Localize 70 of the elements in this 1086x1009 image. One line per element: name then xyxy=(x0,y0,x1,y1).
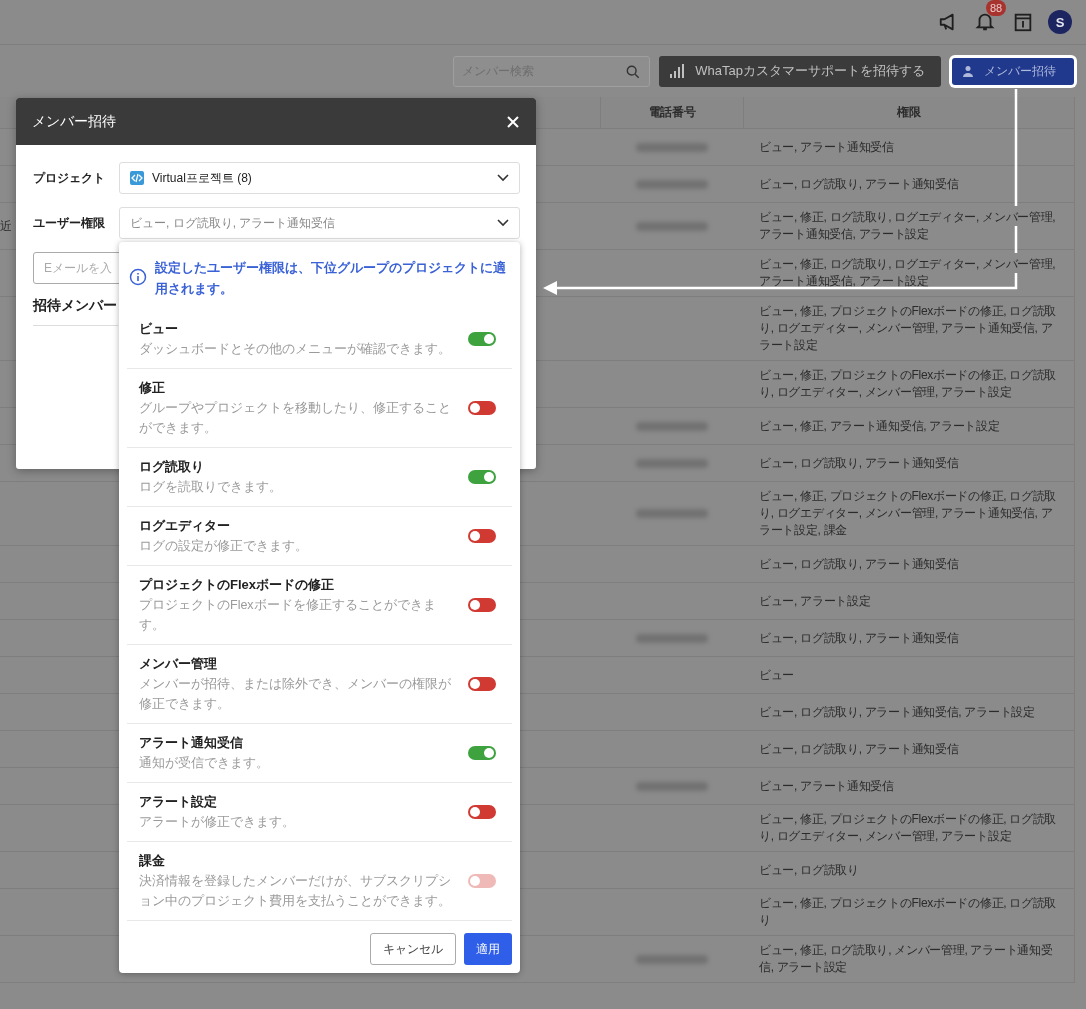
column-header: 電話番号 xyxy=(648,104,696,121)
permission-description: 決済情報を登録したメンバーだけが、サブスクリプション中のプロジェクト費用を支払うことができます。 xyxy=(139,873,452,910)
chevron-down-icon xyxy=(497,219,509,227)
table-cell-text: ビュー, 修正, プロジェクトのFlexボードの修正, ログ読取り, ログエディター, メンバー管理, アラート通知受信, アラート設定 xyxy=(759,303,1058,354)
notice-text: 設定したユーザー権限は、下位グループのプロジェクトに適用されます。 xyxy=(155,259,507,298)
permission-description: ログの設定が修正できます。 xyxy=(139,538,309,555)
apply-button[interactable]: 適用 xyxy=(464,933,512,965)
permission-title: アラート設定 xyxy=(139,793,218,811)
table-cell: ビュー, ログ読取り xyxy=(759,861,859,879)
table-cell: ビュー, ログ読取り, アラート通知受信 xyxy=(759,740,959,758)
table-cell: ビュー, ログ読取り, アラート通知受信 xyxy=(759,629,959,647)
permission-select[interactable]: ビュー, ログ読取り, アラート通知受信 xyxy=(119,207,520,239)
calendar-icon[interactable] xyxy=(1012,11,1034,33)
section-heading: 招待メンバー xyxy=(33,297,118,326)
table-cell-text: ビュー, 修正, ログ読取り, メンバー管理, アラート通知受信, アラート設定 xyxy=(759,942,1054,976)
table-cell-text: ビュー, 修正, プロジェクトのFlexボードの修正, ログ読取り, ログエディター, メンバー管理, アラート通知受信, アラート設定, 課金 xyxy=(759,488,1058,539)
table-cell: ビュー, ログ読取り, アラート通知受信 xyxy=(759,175,959,193)
table-cell-text: ビュー, 修正, プロジェクトのFlexボードの修正, ログ読取り, ログエディター, メンバー管理, アラート設定 xyxy=(759,367,1058,401)
field-label: ユーザー権限 xyxy=(33,214,106,232)
user-avatar[interactable]: S xyxy=(1048,10,1072,34)
close-button[interactable] xyxy=(506,114,520,129)
code-icon xyxy=(130,171,144,185)
permission-title: ログ読取り xyxy=(139,458,205,476)
table-cell: ビュー, アラート通知受信 xyxy=(759,777,894,795)
toggle-switch[interactable] xyxy=(468,529,496,543)
toggle-switch[interactable] xyxy=(468,401,496,415)
cancel-button[interactable]: キャンセル xyxy=(370,933,456,965)
notification-badge: 88 xyxy=(986,0,1007,16)
permission-title: 課金 xyxy=(139,852,166,870)
permission-title: 修正 xyxy=(139,379,166,397)
table-cell: 近 xyxy=(0,217,12,235)
table-cell-text: ビュー, 修正, プロジェクトのFlexボードの修正, ログ読取り xyxy=(759,895,1058,929)
toggle-switch[interactable] xyxy=(468,332,496,346)
permission-description: ログを読取りできます。 xyxy=(139,479,283,496)
permission-title: ログエディター xyxy=(139,517,231,535)
table-cell: ビュー, アラート設定 xyxy=(759,592,871,610)
dialog-title: メンバー招待 xyxy=(32,112,116,131)
permission-title: ビュー xyxy=(139,320,179,338)
invite-member-button[interactable]: メンバー招待 xyxy=(950,55,1076,87)
permission-title: アラート通知受信 xyxy=(139,734,244,752)
table-cell: ビュー, ログ読取り, アラート通知受信, アラート設定 xyxy=(759,703,1035,721)
table-cell-text: ビュー, 修正, ログ読取り, ログエディター, メンバー管理, アラート通知受信, アラート設定 xyxy=(759,256,1057,290)
toggle-switch[interactable] xyxy=(468,677,496,691)
permission-title: プロジェクトのFlexボードの修正 xyxy=(139,576,335,594)
search-icon xyxy=(626,64,641,79)
table-cell-text: ビュー, 修正, プロジェクトのFlexボードの修正, ログ読取り, ログエディター, メンバー管理, アラート設定 xyxy=(759,811,1058,845)
table-cell: ビュー, ログ読取り, アラート通知受信 xyxy=(759,555,959,573)
chevron-down-icon xyxy=(497,174,509,182)
field-label: プロジェクト xyxy=(33,169,106,187)
permission-title: メンバー管理 xyxy=(139,655,218,673)
table-cell: ビュー, 修正, アラート通知受信, アラート設定 xyxy=(759,417,1000,435)
toggle-switch[interactable] xyxy=(468,470,496,484)
invite-support-button[interactable]: WhaTapカスタマーサポートを招待する xyxy=(659,55,941,87)
person-icon xyxy=(962,65,974,77)
permission-description: ダッシュボードとその他のメニューが確認できます。 xyxy=(139,341,452,358)
permission-description: 通知が受信できます。 xyxy=(139,755,270,772)
permission-description: メンバーが招待、または除外でき、メンバーの権限が修正できます。 xyxy=(139,676,452,713)
info-icon xyxy=(129,268,147,286)
permission-description: アラートが修正できます。 xyxy=(139,814,296,831)
table-cell: ビュー, アラート通知受信 xyxy=(759,138,894,156)
column-header: 権限 xyxy=(897,104,921,121)
table-cell: ビュー xyxy=(759,666,795,684)
toggle-switch[interactable] xyxy=(468,805,496,819)
table-cell: ビュー, ログ読取り, アラート通知受信 xyxy=(759,454,959,472)
toggle-switch[interactable] xyxy=(468,746,496,760)
permission-description: グループやプロジェクトを移動したり、修正することができます。 xyxy=(139,400,452,437)
permission-description: プロジェクトのFlexボードを修正することができます。 xyxy=(139,597,437,634)
project-select[interactable]: Virtual프로젝트 (8) xyxy=(119,162,520,194)
toggle-switch[interactable] xyxy=(468,598,496,612)
table-cell-text: ビュー, 修正, ログ読取り, ログエディター, メンバー管理, アラート通知受信, アラート設定 xyxy=(759,209,1057,243)
